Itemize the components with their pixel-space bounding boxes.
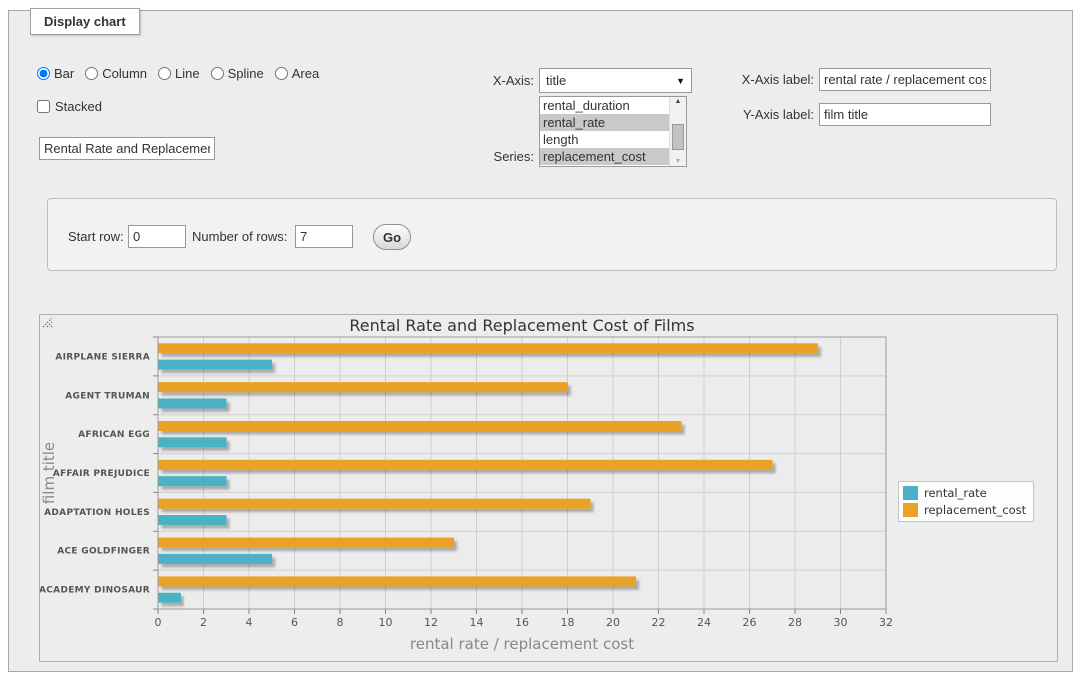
bar-rental_rate: [159, 554, 273, 564]
x-tick-label: 10: [379, 616, 393, 629]
category-label: AIRPLANE SIERRA: [55, 352, 150, 362]
x-tick-label: 30: [834, 616, 848, 629]
chart-type-radio-column[interactable]: [85, 67, 98, 80]
x-axis-label-input[interactable]: [819, 68, 991, 91]
chevron-down-icon: ▼: [676, 76, 685, 86]
chart-type-label: Line: [175, 66, 200, 81]
x-tick-label: 18: [561, 616, 575, 629]
x-axis-selected-value: title: [546, 73, 676, 88]
bar-replacement_cost: [159, 343, 819, 353]
chart-title: Rental Rate and Replacement Cost of Film…: [349, 316, 694, 335]
legend-swatch: [903, 486, 918, 500]
go-button[interactable]: Go: [373, 224, 411, 250]
row-range-panel: Start row: Number of rows: Go: [47, 198, 1057, 271]
bar-rental_rate: [159, 437, 227, 447]
chart-type-option-area: Area: [275, 66, 319, 81]
start-row-input[interactable]: [128, 225, 186, 248]
legend-item-replacement_cost: replacement_cost: [903, 503, 1026, 517]
chart-type-radio-bar[interactable]: [37, 67, 50, 80]
series-scrollbar[interactable]: ▲ ▼: [669, 97, 686, 166]
chart-legend: rental_rate replacement_cost: [898, 481, 1034, 522]
bar-rental_rate: [159, 398, 227, 408]
category-label: ADAPTATION HOLES: [44, 508, 150, 518]
panel-title: Display chart: [30, 8, 140, 35]
legend-item-rental_rate: rental_rate: [903, 486, 1026, 500]
x-tick-label: 32: [879, 616, 893, 629]
legend-swatch: [903, 503, 918, 517]
category-label: ACADEMY DINOSAUR: [40, 586, 150, 596]
chart-type-radio-area[interactable]: [275, 67, 288, 80]
x-tick-label: 8: [337, 616, 344, 629]
chart-type-option-spline: Spline: [211, 66, 264, 81]
x-tick-label: 0: [155, 616, 162, 629]
x-tick-label: 12: [424, 616, 438, 629]
x-tick-label: 6: [291, 616, 298, 629]
bar-rental_rate: [159, 476, 227, 486]
x-tick-label: 2: [200, 616, 207, 629]
chart-type-label: Bar: [54, 66, 74, 81]
chart-type-label: Area: [292, 66, 319, 81]
bar-replacement_cost: [159, 421, 682, 431]
resize-handle-icon[interactable]: [40, 315, 53, 328]
legend-label: replacement_cost: [924, 503, 1026, 517]
scrollbar-thumb[interactable]: [672, 124, 684, 150]
x-tick-label: 24: [697, 616, 711, 629]
series-listbox[interactable]: rental_durationrental_ratelengthreplacem…: [539, 96, 687, 167]
x-tick-label: 22: [652, 616, 666, 629]
display-chart-fieldset: BarColumnLineSplineArea Stacked X-Axis: …: [8, 10, 1073, 672]
scroll-down-icon[interactable]: ▼: [670, 158, 686, 165]
chart-type-radio-group: Bar Column Line Spline Area: [37, 66, 319, 81]
chart-container: 02468101214161820222426283032AIRPLANE SI…: [39, 314, 1058, 662]
x-axis-label-field-label: X-Axis label:: [709, 72, 814, 87]
bar-rental_rate: [159, 360, 273, 370]
x-tick-label: 20: [606, 616, 620, 629]
category-label: AFFAIR PREJUDICE: [53, 469, 150, 479]
chart-type-option-column: Column: [85, 66, 147, 81]
series-options: rental_durationrental_ratelengthreplacem…: [540, 97, 669, 165]
x-tick-label: 14: [470, 616, 484, 629]
scroll-up-icon[interactable]: ▲: [670, 98, 686, 105]
x-tick-label: 28: [788, 616, 802, 629]
legend-label: rental_rate: [924, 486, 987, 500]
bar-rental_rate: [159, 515, 227, 525]
series-option-length[interactable]: length: [540, 131, 669, 148]
category-label: AFRICAN EGG: [78, 430, 150, 440]
bar-replacement_cost: [159, 382, 568, 392]
x-axis-title: rental rate / replacement cost: [410, 635, 634, 653]
y-axis-label-field-label: Y-Axis label:: [709, 107, 814, 122]
chart-type-radio-spline[interactable]: [211, 67, 224, 80]
stacked-label: Stacked: [55, 99, 102, 114]
x-tick-label: 16: [515, 616, 529, 629]
number-of-rows-input[interactable]: [295, 225, 353, 248]
chart-type-radio-line[interactable]: [158, 67, 171, 80]
y-axis-label-input[interactable]: [819, 103, 991, 126]
chart-type-option-bar: Bar: [37, 66, 74, 81]
x-tick-label: 4: [246, 616, 253, 629]
chart-type-option-line: Line: [158, 66, 200, 81]
x-axis-label: X-Axis:: [429, 73, 534, 88]
number-of-rows-label: Number of rows:: [192, 229, 287, 244]
stacked-checkbox[interactable]: [37, 100, 50, 113]
bar-replacement_cost: [159, 576, 637, 586]
bar-replacement_cost: [159, 499, 591, 509]
x-tick-label: 26: [743, 616, 757, 629]
series-option-rental_duration[interactable]: rental_duration: [540, 97, 669, 114]
chart-title-input[interactable]: [39, 137, 215, 160]
y-axis-title: film title: [40, 442, 58, 504]
series-option-replacement_cost[interactable]: replacement_cost: [540, 148, 669, 165]
series-option-rental_rate[interactable]: rental_rate: [540, 114, 669, 131]
start-row-label: Start row:: [68, 229, 124, 244]
category-label: AGENT TRUMAN: [65, 391, 150, 401]
chart-type-label: Column: [102, 66, 147, 81]
bar-replacement_cost: [159, 460, 773, 470]
bar-replacement_cost: [159, 538, 455, 548]
chart-type-label: Spline: [228, 66, 264, 81]
x-axis-select[interactable]: title ▼: [539, 68, 692, 93]
category-label: ACE GOLDFINGER: [57, 547, 150, 557]
series-label: Series:: [429, 149, 534, 164]
bar-rental_rate: [159, 593, 182, 603]
